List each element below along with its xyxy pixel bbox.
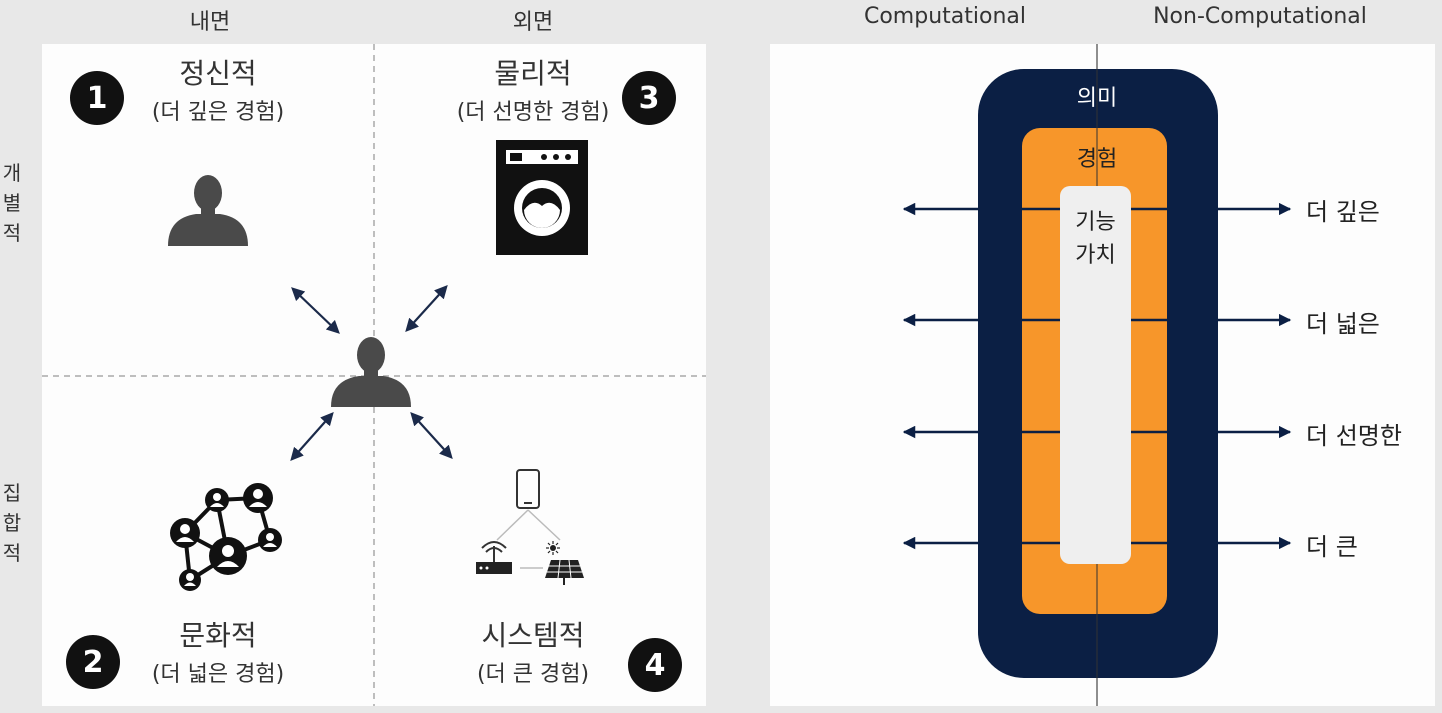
middle-layer-label: 경험 (1076, 147, 1118, 172)
outer-layer-label: 의미 (1076, 86, 1118, 111)
inner-layer-label-function: 기능 (1075, 210, 1116, 235)
layer-diagram (902, 44, 1292, 706)
arrow-label-clearer: 더 선명한 (1306, 422, 1402, 450)
arrow-label-bigger: 더 큰 (1306, 533, 1358, 561)
arrow-label-wider: 더 넓은 (1306, 310, 1380, 338)
inner-layer-label-value: 가치 (1075, 243, 1116, 268)
arrow-label-deeper: 더 깊은 (1306, 198, 1380, 226)
